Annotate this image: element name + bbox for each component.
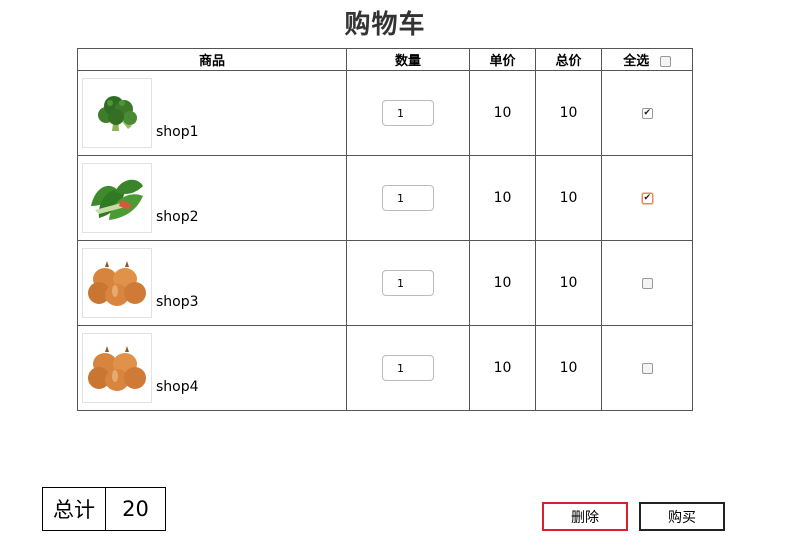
select-all-checkbox[interactable]	[659, 56, 671, 67]
select-all-label: 全选	[623, 54, 650, 69]
product-cell: shop4	[77, 325, 347, 411]
total-price-cell: 10	[535, 325, 602, 411]
product-cell: shop2	[77, 155, 347, 241]
row-select-checkbox[interactable]	[641, 192, 653, 204]
table-row: shop1 10 10	[77, 70, 693, 156]
table-row: shop3 10 10	[77, 240, 693, 326]
header-select-all: 全选	[601, 48, 693, 71]
total-label: 总计	[43, 488, 106, 530]
broccoli-image	[82, 78, 152, 148]
product-name: shop3	[156, 294, 199, 310]
unit-price-cell: 10	[469, 70, 536, 156]
product-name: shop1	[156, 124, 199, 140]
table-row: shop2 10 10	[77, 155, 693, 241]
select-cell	[601, 325, 693, 411]
quantity-cell	[346, 70, 470, 156]
cart-table: 商品 数量 单价 总价 全选 shop1 1 10 10 ✔ shop2 1 1…	[77, 48, 693, 411]
quantity-input[interactable]	[382, 185, 434, 211]
select-cell	[601, 240, 693, 326]
table-header-row: 商品 数量 单价 总价 全选	[77, 48, 693, 71]
table-row: shop4 10 10	[77, 325, 693, 411]
product-name: shop2	[156, 209, 199, 225]
page-title: 购物车	[344, 10, 426, 40]
total-value: 20	[122, 497, 149, 521]
quantity-cell	[346, 325, 470, 411]
unit-price-cell: 10	[469, 325, 536, 411]
header-quantity: 数量	[346, 48, 470, 71]
total-box: 总计 20	[42, 487, 166, 531]
header-unit-price: 单价	[469, 48, 536, 71]
select-cell	[601, 155, 693, 241]
row-select-checkbox[interactable]	[641, 362, 653, 374]
unit-price-cell: 10	[469, 155, 536, 241]
total-price-cell: 10	[535, 240, 602, 326]
total-price-cell: 10	[535, 155, 602, 241]
product-cell: shop1	[77, 70, 347, 156]
quantity-cell	[346, 155, 470, 241]
row-select-checkbox[interactable]	[641, 277, 653, 289]
quantity-cell	[346, 240, 470, 326]
quantity-input[interactable]	[382, 355, 434, 381]
onions-image	[82, 248, 152, 318]
unit-price-cell: 10	[469, 240, 536, 326]
quantity-input[interactable]	[382, 270, 434, 296]
quantity-input[interactable]	[382, 100, 434, 126]
spinach-image	[82, 163, 152, 233]
total-price-cell: 10	[535, 70, 602, 156]
buy-button[interactable]: 购买	[639, 502, 725, 531]
select-cell	[601, 70, 693, 156]
onions-image	[82, 333, 152, 403]
product-cell: shop3	[77, 240, 347, 326]
delete-button[interactable]: 删除	[542, 502, 628, 531]
product-name: shop4	[156, 379, 199, 395]
header-product: 商品	[77, 48, 347, 71]
header-total-price: 总价	[535, 48, 602, 71]
row-select-checkbox[interactable]	[641, 107, 653, 119]
